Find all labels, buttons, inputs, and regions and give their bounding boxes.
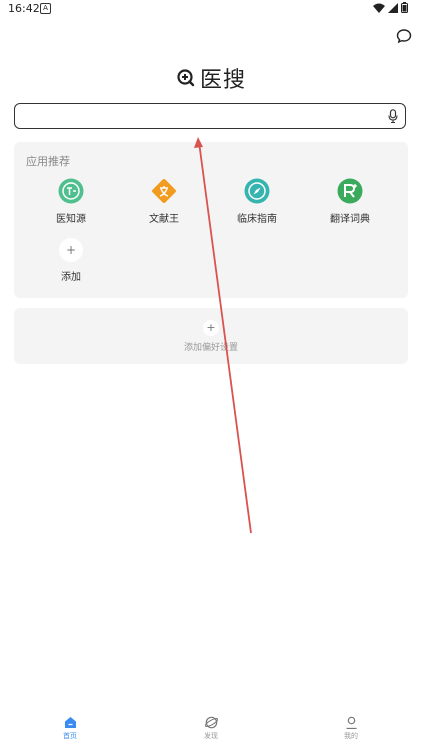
nav-discover[interactable]: 发现 (181, 716, 241, 741)
app-item-translate-dict[interactable]: 翻译词典 (310, 178, 390, 225)
microphone-icon[interactable] (388, 109, 398, 123)
app-label: 医知源 (56, 214, 86, 225)
nav-label: 发现 (204, 732, 218, 740)
app-logo: 医搜 (0, 62, 422, 94)
recommended-apps-card: 应用推荐 医知源 文献王 临床指南 翻译词典 + 添加 (14, 142, 408, 298)
nav-profile[interactable]: 我的 (321, 716, 381, 741)
app-label: 翻译词典 (330, 214, 370, 225)
app-item-wenxianwang[interactable]: 文献王 (124, 178, 204, 225)
nav-label: 我的 (344, 732, 358, 740)
battery-icon (401, 2, 408, 13)
discover-icon (204, 716, 218, 729)
nav-home[interactable]: 首页 (40, 716, 100, 741)
search-input[interactable] (23, 107, 387, 127)
app-item-yizhiyuan[interactable]: 医知源 (31, 178, 111, 225)
app-label: 文献王 (149, 214, 179, 225)
notification-icon: A (40, 3, 51, 14)
plus-icon: + (59, 238, 83, 262)
add-preferences-label: 添加偏好设置 (183, 343, 238, 353)
nav-label: 首页 (63, 732, 77, 740)
status-icons (373, 2, 408, 13)
add-app-button[interactable]: + 添加 (31, 238, 111, 283)
app-item-clinical-guide[interactable]: 临床指南 (217, 178, 297, 225)
plus-icon: + (203, 320, 219, 336)
wenxianwang-icon (152, 179, 176, 203)
message-icon[interactable] (396, 28, 412, 44)
yizhiyuan-icon (58, 178, 84, 204)
status-bar: 16:42 A (0, 0, 422, 18)
signal-icon (388, 2, 398, 13)
apps-section-title: 应用推荐 (26, 155, 70, 168)
status-time: 16:42 (8, 2, 40, 15)
add-app-label: 添加 (61, 272, 81, 283)
profile-icon (346, 716, 356, 729)
logo-text: 医搜 (199, 68, 246, 93)
wifi-icon (373, 3, 385, 13)
bottom-navigation: 首页 发现 我的 (0, 712, 422, 750)
home-icon (64, 717, 76, 728)
compass-icon (244, 178, 270, 204)
search-bar[interactable] (14, 103, 406, 129)
app-label: 临床指南 (237, 214, 277, 225)
translate-icon (337, 178, 363, 204)
logo-search-icon (177, 69, 195, 87)
add-preferences-card[interactable]: + 添加偏好设置 (14, 308, 408, 364)
